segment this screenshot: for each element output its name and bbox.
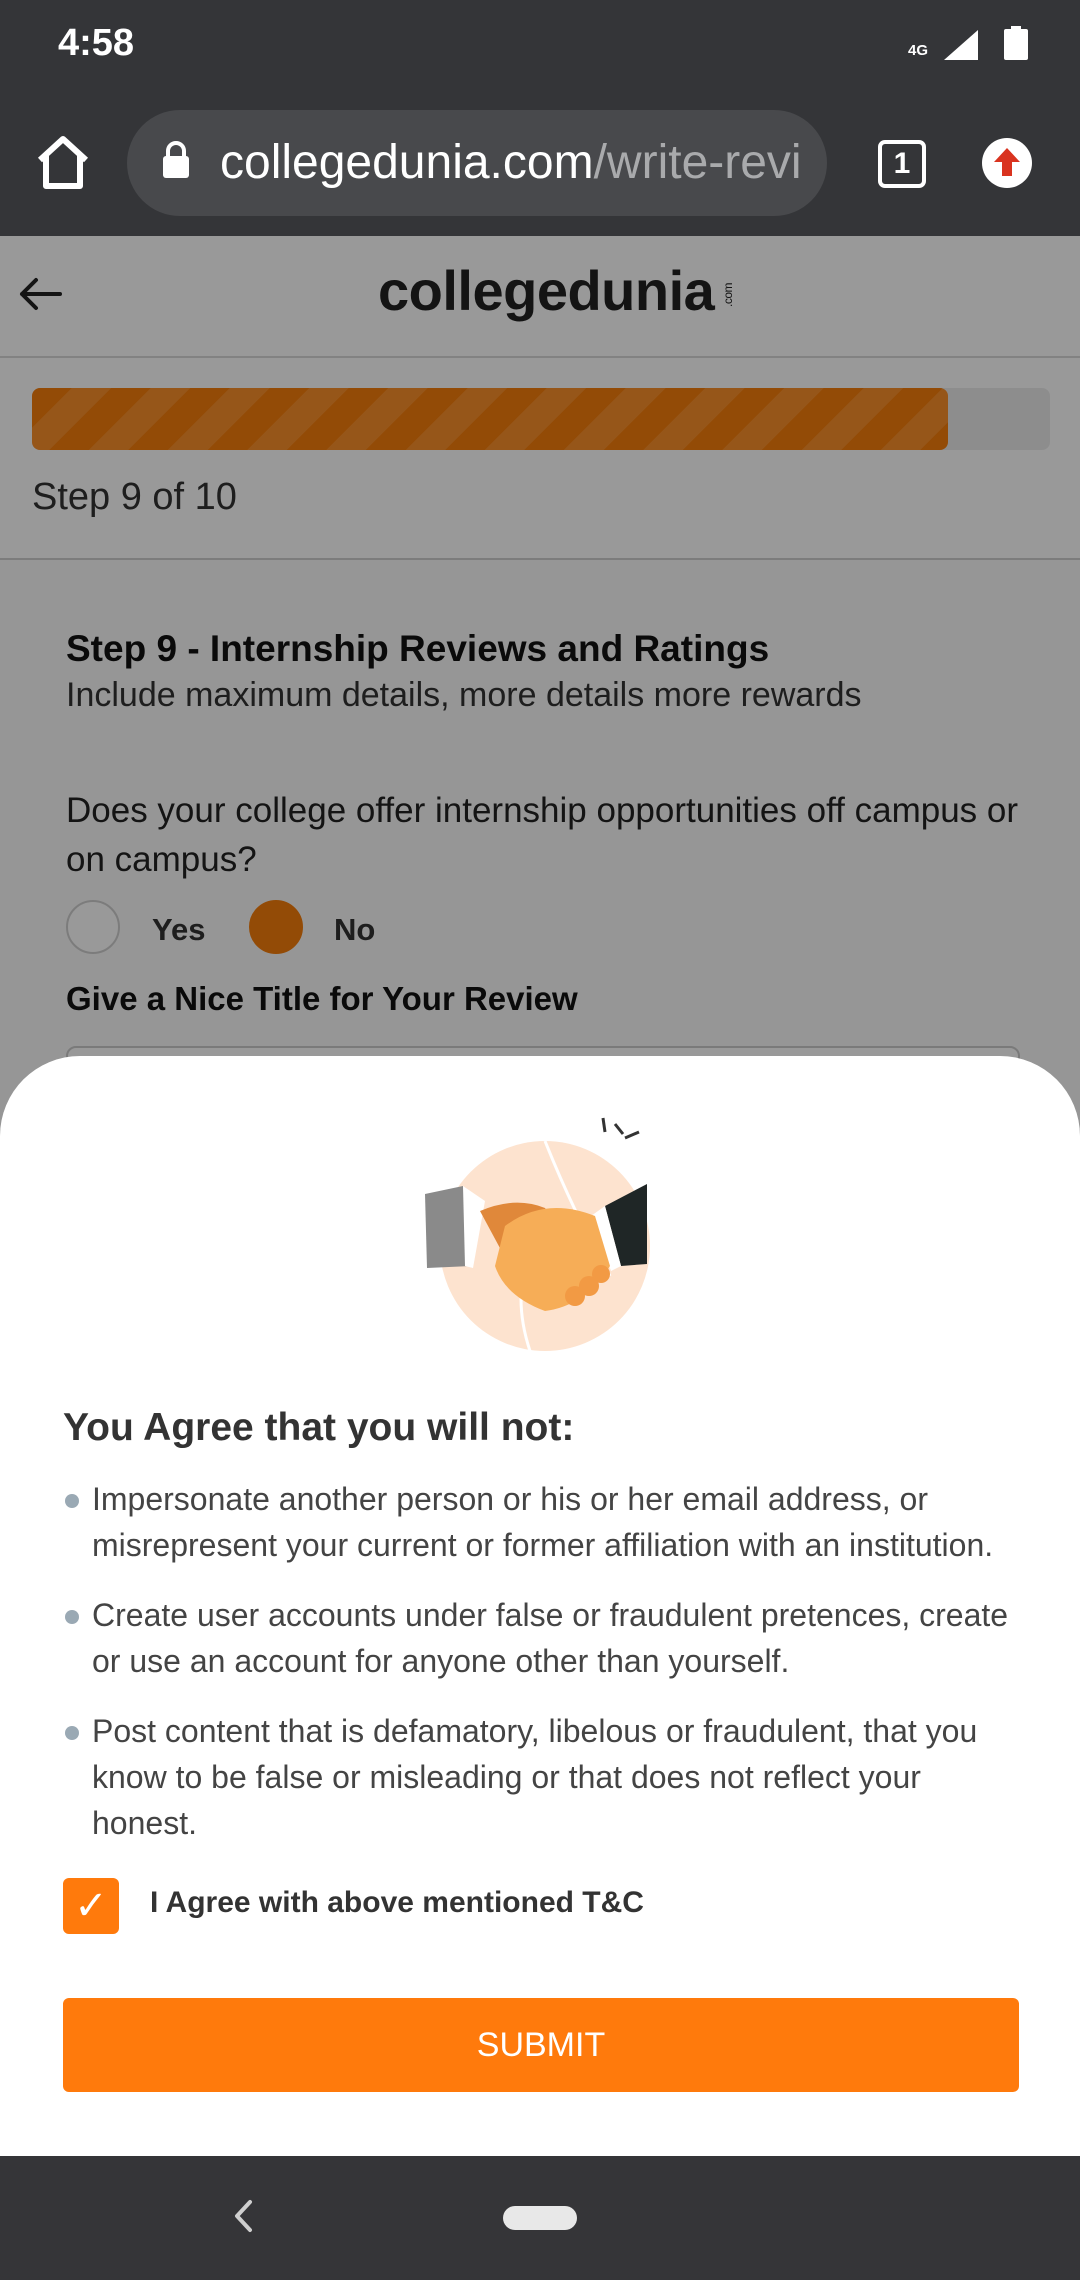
- signal-icon: [944, 30, 978, 60]
- nav-back-icon[interactable]: [232, 2198, 256, 2234]
- battery-icon: [1004, 26, 1028, 60]
- status-bar: 4:58 4G: [0, 0, 1080, 92]
- modal-heading: You Agree that you will not:: [63, 1406, 575, 1449]
- url-domain: collegedunia.com: [220, 136, 594, 189]
- term-item: Impersonate another person or his or her…: [63, 1476, 1023, 1568]
- url-text: collegedunia.com/write-revi: [220, 135, 802, 190]
- address-bar[interactable]: collegedunia.com/write-revi: [127, 110, 827, 216]
- status-time: 4:58: [58, 22, 135, 64]
- term-text: Impersonate another person or his or her…: [92, 1481, 994, 1563]
- nav-home-pill[interactable]: [503, 2206, 577, 2230]
- url-path: /write-revi: [593, 136, 802, 189]
- bullet-icon: [65, 1610, 79, 1624]
- bullet-icon: [65, 1494, 79, 1508]
- lock-icon: [163, 141, 189, 178]
- system-nav-bar: [0, 2156, 1080, 2280]
- terms-modal: You Agree that you will not: Impersonate…: [0, 1056, 1080, 2156]
- home-icon[interactable]: [32, 132, 94, 194]
- agree-checkbox-row[interactable]: ✓ I Agree with above mentioned T&C: [63, 1878, 1013, 1934]
- bullet-icon: [65, 1726, 79, 1740]
- term-text: Post content that is defamatory, libelou…: [92, 1713, 978, 1841]
- handshake-icon: [425, 1117, 650, 1352]
- browser-toolbar: collegedunia.com/write-revi 1: [0, 92, 1080, 236]
- term-item: Post content that is defamatory, libelou…: [63, 1708, 1023, 1846]
- agree-checkbox[interactable]: ✓: [63, 1878, 119, 1934]
- update-button[interactable]: [982, 138, 1032, 188]
- submit-button[interactable]: SUBMIT: [63, 1998, 1019, 2092]
- terms-list: Impersonate another person or his or her…: [63, 1476, 1023, 1870]
- upload-arrow-icon: [994, 148, 1020, 176]
- term-text: Create user accounts under false or frau…: [92, 1597, 1009, 1679]
- network-type-label: 4G: [907, 42, 928, 59]
- term-item: Create user accounts under false or frau…: [63, 1592, 1023, 1684]
- tabs-counter-button[interactable]: 1: [878, 140, 926, 188]
- agree-checkbox-label[interactable]: I Agree with above mentioned T&C: [150, 1886, 644, 1920]
